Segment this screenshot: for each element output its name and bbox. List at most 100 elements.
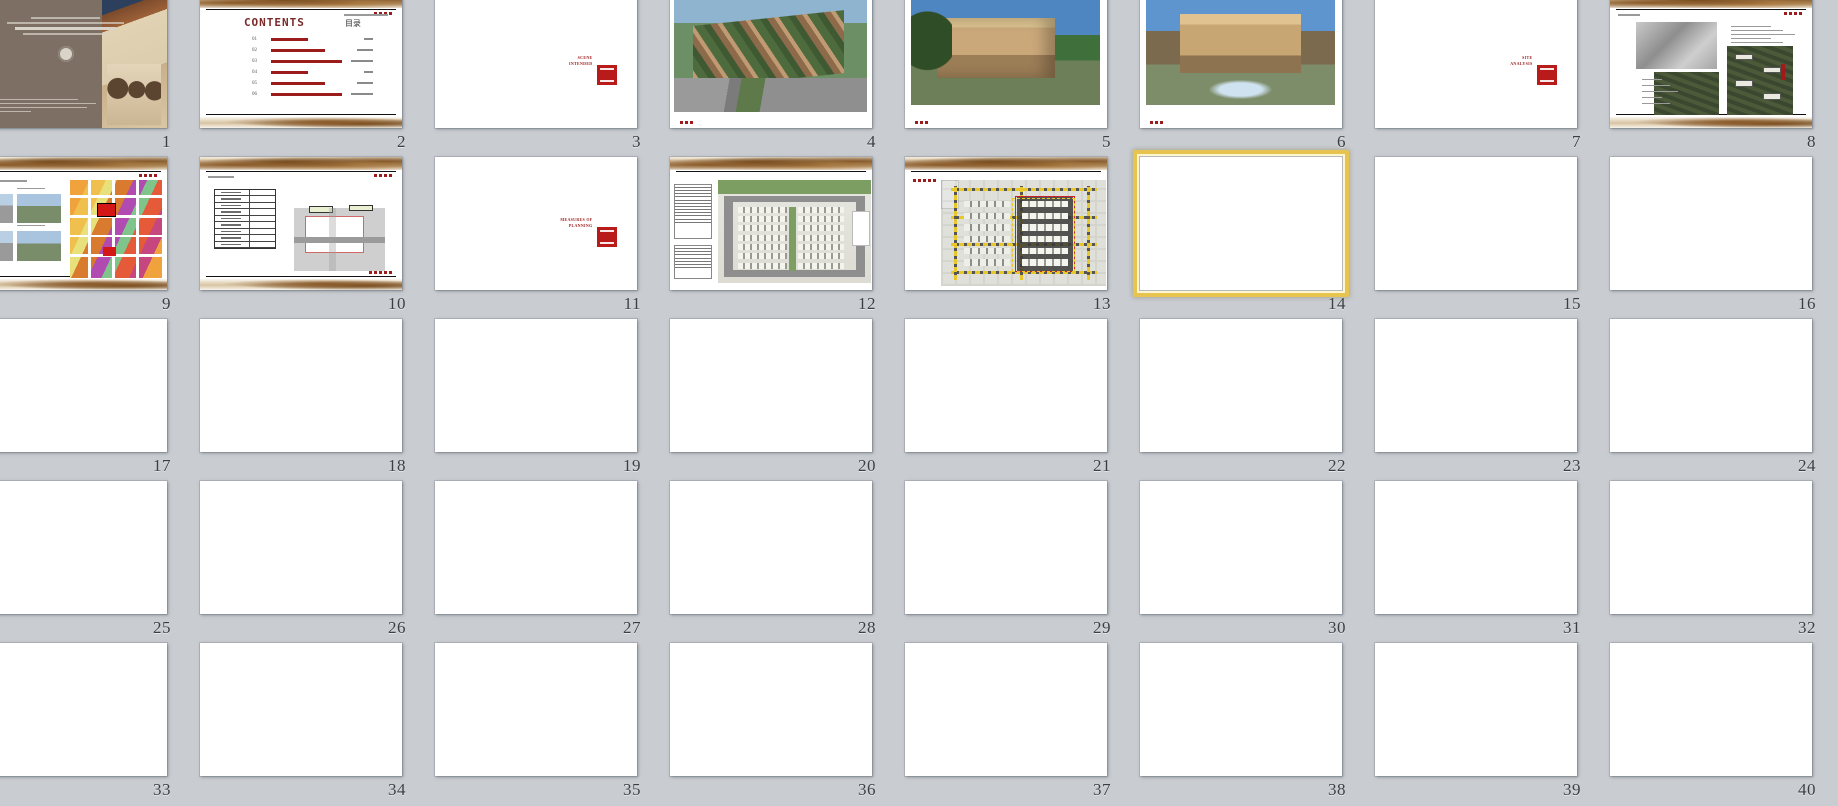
page-preview-32[interactable] bbox=[1609, 481, 1812, 614]
page-preview-16[interactable] bbox=[1609, 157, 1812, 290]
page-preview-17[interactable] bbox=[0, 319, 167, 452]
thumbnail-cell[interactable]: 20 bbox=[653, 316, 888, 478]
page-thumbnail[interactable] bbox=[0, 157, 167, 290]
page-preview-9[interactable] bbox=[0, 157, 167, 290]
page-preview-6[interactable] bbox=[1139, 0, 1342, 128]
thumbnail-cell[interactable]: 36 bbox=[653, 640, 888, 802]
page-preview-28[interactable] bbox=[669, 481, 872, 614]
thumbnail-cell[interactable]: 5 bbox=[888, 0, 1123, 154]
thumbnail-cell[interactable]: 31 bbox=[1358, 478, 1593, 640]
page-preview-22[interactable] bbox=[1139, 319, 1342, 452]
thumbnail-cell[interactable]: 34 bbox=[183, 640, 418, 802]
thumbnail-cell[interactable]: 29 bbox=[888, 478, 1123, 640]
page-preview-30[interactable] bbox=[1139, 481, 1342, 614]
thumbnail-cell[interactable]: 24 bbox=[1593, 316, 1828, 478]
page-thumbnail[interactable] bbox=[669, 0, 872, 128]
page-thumbnail[interactable] bbox=[199, 319, 402, 452]
thumbnail-cell[interactable]: 16 bbox=[1593, 154, 1828, 316]
page-thumbnail[interactable]: MEASURES OF PLANNING bbox=[434, 157, 637, 290]
thumbnail-cell[interactable]: 4 bbox=[653, 0, 888, 154]
thumbnail-cell[interactable]: 23 bbox=[1358, 316, 1593, 478]
page-thumbnail[interactable] bbox=[904, 319, 1107, 452]
page-preview-14[interactable] bbox=[1139, 157, 1342, 290]
page-thumbnail[interactable] bbox=[1374, 319, 1577, 452]
page-preview-33[interactable] bbox=[0, 643, 167, 776]
page-thumbnail[interactable] bbox=[1139, 643, 1342, 776]
page-preview-21[interactable] bbox=[904, 319, 1107, 452]
page-thumbnail[interactable] bbox=[1139, 481, 1342, 614]
page-thumbnail[interactable] bbox=[0, 319, 167, 452]
page-thumbnail[interactable] bbox=[904, 0, 1107, 128]
page-preview-40[interactable] bbox=[1609, 643, 1812, 776]
page-thumbnail[interactable]: CONTENTS 目录 01 02 03 04 05 06 bbox=[199, 0, 402, 128]
page-preview-4[interactable] bbox=[669, 0, 872, 128]
thumbnail-cell[interactable]: 40 bbox=[1593, 640, 1828, 802]
thumbnail-cell[interactable]: 30 bbox=[1123, 478, 1358, 640]
thumbnail-cell[interactable]: 26 bbox=[183, 478, 418, 640]
thumbnail-cell[interactable]: 9 bbox=[0, 154, 183, 316]
page-preview-39[interactable] bbox=[1374, 643, 1577, 776]
page-thumbnail[interactable] bbox=[434, 481, 637, 614]
page-preview-5[interactable] bbox=[904, 0, 1107, 128]
page-thumbnail[interactable] bbox=[1374, 643, 1577, 776]
page-thumbnail[interactable] bbox=[669, 157, 872, 290]
page-thumbnail[interactable] bbox=[0, 481, 167, 614]
thumbnail-cell[interactable]: 22 bbox=[1123, 316, 1358, 478]
thumbnail-cell[interactable]: 19 bbox=[418, 316, 653, 478]
thumbnail-cell[interactable]: 32 bbox=[1593, 478, 1828, 640]
page-thumbnail[interactable] bbox=[1374, 481, 1577, 614]
thumbnail-cell[interactable]: 17 bbox=[0, 316, 183, 478]
page-thumbnail[interactable] bbox=[904, 157, 1107, 290]
page-preview-10[interactable] bbox=[199, 157, 402, 290]
page-thumbnail[interactable] bbox=[0, 0, 167, 128]
thumbnail-cell[interactable]: 8 bbox=[1593, 0, 1828, 154]
thumbnail-cell[interactable]: SCENE INTENDED 3 bbox=[418, 0, 653, 154]
page-preview-25[interactable] bbox=[0, 481, 167, 614]
page-preview-34[interactable] bbox=[199, 643, 402, 776]
thumbnail-cell[interactable]: 15 bbox=[1358, 154, 1593, 316]
thumbnail-cell[interactable]: 27 bbox=[418, 478, 653, 640]
page-preview-36[interactable] bbox=[669, 643, 872, 776]
page-preview-24[interactable] bbox=[1609, 319, 1812, 452]
thumbnail-cell[interactable]: 33 bbox=[0, 640, 183, 802]
page-preview-11[interactable]: MEASURES OF PLANNING bbox=[434, 157, 637, 290]
page-thumbnail[interactable] bbox=[1132, 150, 1349, 297]
thumbnail-cell[interactable]: 39 bbox=[1358, 640, 1593, 802]
page-preview-27[interactable] bbox=[434, 481, 637, 614]
page-preview-31[interactable] bbox=[1374, 481, 1577, 614]
page-thumbnail[interactable] bbox=[434, 319, 637, 452]
page-thumbnail[interactable]: SITE ANALYSIS bbox=[1374, 0, 1577, 128]
page-preview-1[interactable] bbox=[0, 0, 167, 128]
page-preview-7[interactable]: SITE ANALYSIS bbox=[1374, 0, 1577, 128]
page-preview-2[interactable]: CONTENTS 目录 01 02 03 04 05 06 bbox=[199, 0, 402, 128]
page-preview-15[interactable] bbox=[1374, 157, 1577, 290]
page-preview-23[interactable] bbox=[1374, 319, 1577, 452]
page-thumbnail[interactable] bbox=[0, 643, 167, 776]
thumbnail-cell[interactable]: 18 bbox=[183, 316, 418, 478]
thumbnail-cell[interactable]: 25 bbox=[0, 478, 183, 640]
thumbnail-cell[interactable]: 12 bbox=[653, 154, 888, 316]
page-thumbnail[interactable] bbox=[1139, 0, 1342, 128]
page-thumbnail[interactable] bbox=[904, 643, 1107, 776]
thumbnail-cell[interactable]: 14 bbox=[1123, 150, 1358, 316]
page-preview-12[interactable] bbox=[669, 157, 872, 290]
thumbnail-cell[interactable]: 13 bbox=[888, 154, 1123, 316]
page-thumbnail[interactable] bbox=[199, 643, 402, 776]
thumbnail-cell[interactable]: 1 bbox=[0, 0, 183, 154]
page-preview-38[interactable] bbox=[1139, 643, 1342, 776]
thumbnail-cell[interactable]: 21 bbox=[888, 316, 1123, 478]
page-thumbnail[interactable] bbox=[1609, 319, 1812, 452]
page-thumbnail[interactable] bbox=[669, 643, 872, 776]
thumbnail-cell[interactable]: MEASURES OF PLANNING 11 bbox=[418, 154, 653, 316]
page-preview-35[interactable] bbox=[434, 643, 637, 776]
thumbnail-cell[interactable]: 37 bbox=[888, 640, 1123, 802]
page-thumbnail[interactable] bbox=[1609, 157, 1812, 290]
page-preview-19[interactable] bbox=[434, 319, 637, 452]
page-thumbnail[interactable] bbox=[1139, 319, 1342, 452]
page-thumbnail[interactable] bbox=[669, 481, 872, 614]
thumbnail-cell[interactable]: SITE ANALYSIS 7 bbox=[1358, 0, 1593, 154]
page-thumbnail[interactable] bbox=[1609, 0, 1812, 128]
page-preview-29[interactable] bbox=[904, 481, 1107, 614]
page-preview-18[interactable] bbox=[199, 319, 402, 452]
page-thumbnail[interactable] bbox=[199, 481, 402, 614]
